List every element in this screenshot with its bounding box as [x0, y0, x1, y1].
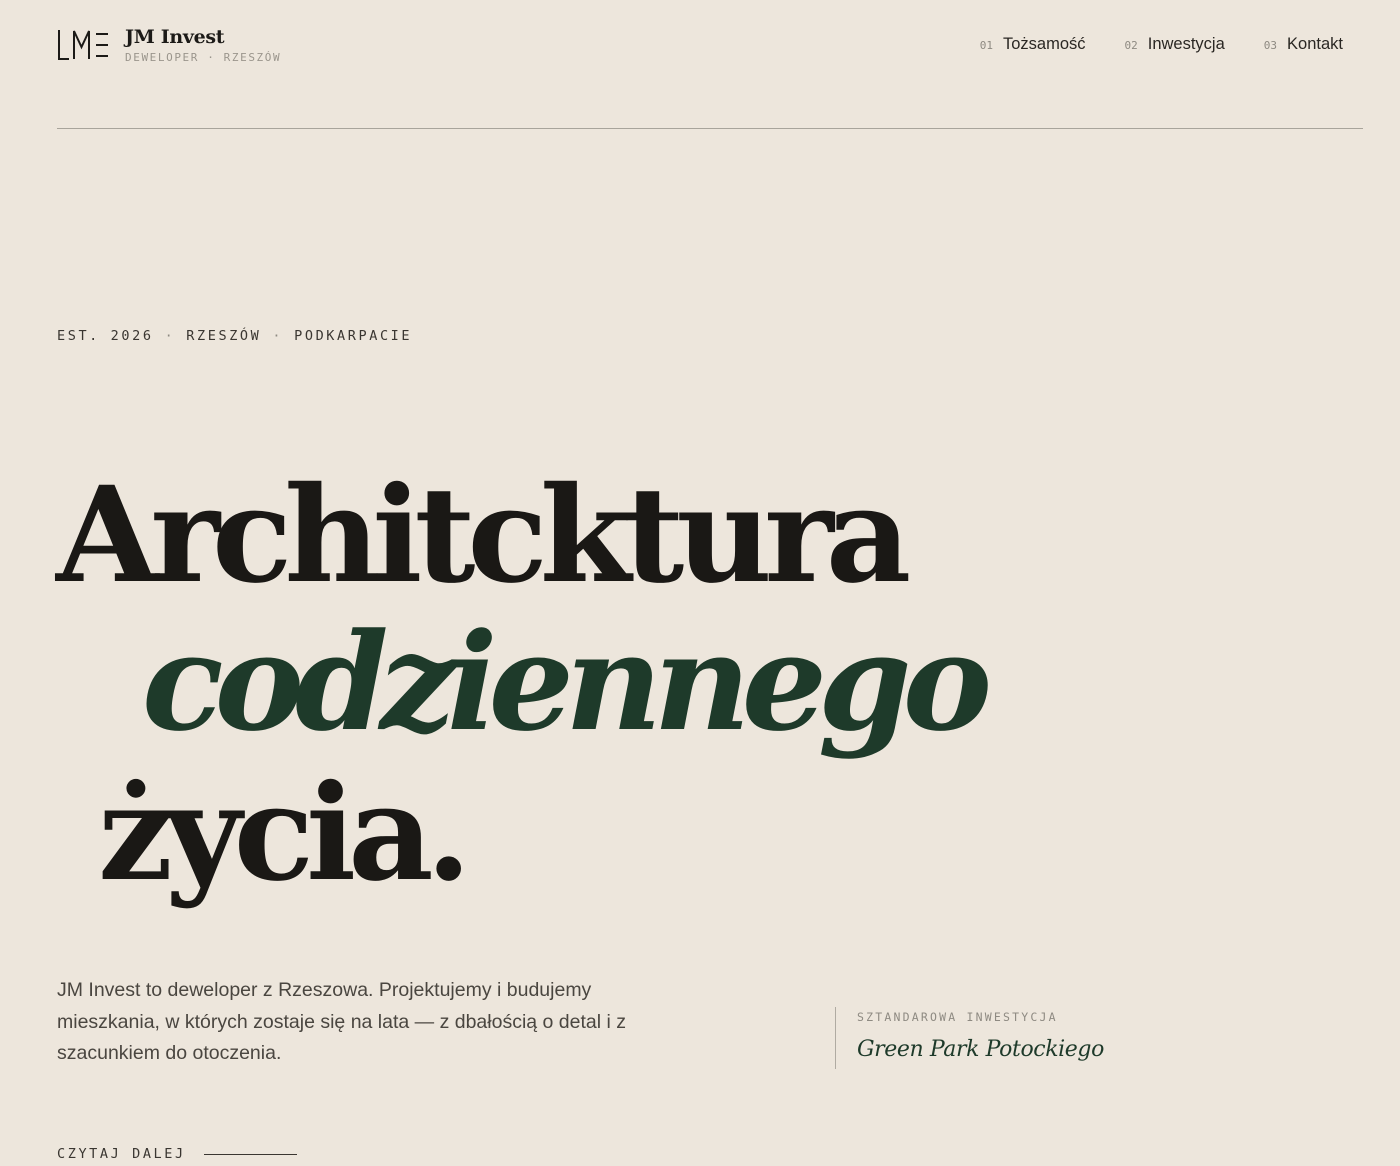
read-more-line: [203, 1153, 297, 1155]
headline-line-3: życia.: [98, 756, 472, 911]
main-nav: 01 Tożsamość 02 Inwestycja 03 Kontakt: [980, 35, 1343, 54]
nav-item-tozsamosc[interactable]: 01 Tożsamość: [980, 35, 1086, 54]
nav-item-inwestycja[interactable]: 02 Inwestycja: [1125, 35, 1225, 54]
read-more-link[interactable]: CZYTAJ DALEJ: [57, 1146, 297, 1162]
feature-investment-link[interactable]: Green Park Potockiego: [857, 1037, 1104, 1062]
header-divider: [57, 128, 1363, 129]
eyebrow-city: RZESZÓW: [186, 328, 262, 344]
nav-item-label: Inwestycja: [1147, 35, 1225, 53]
read-more-label: CZYTAJ DALEJ: [57, 1146, 186, 1162]
hero-eyebrow: EST. 2026 · RZESZÓW · PODKARPACIE: [57, 328, 412, 344]
eyebrow-region: PODKARPACIE: [294, 328, 413, 344]
site-header: JM Invest DEWELOPER · RZESZÓW 01 Tożsamo…: [0, 0, 1400, 130]
nav-item-kontakt[interactable]: 03 Kontakt: [1264, 35, 1343, 54]
brand-name[interactable]: JM Invest: [125, 26, 225, 48]
headline-line-2: codziennego: [142, 603, 992, 761]
headline-line-1: Architcktura: [56, 458, 911, 613]
nav-item-number: 03: [1263, 39, 1278, 52]
feature-label: SZTANDAROWA INWESTYCJA: [857, 1010, 1058, 1024]
logo-icon[interactable]: [57, 29, 109, 61]
nav-item-number: 02: [1124, 39, 1138, 52]
feature-divider: [835, 1007, 836, 1069]
hero-intro: JM Invest to deweloper z Rzeszowa. Proje…: [57, 979, 627, 1064]
nav-item-label: Tożsamość: [1002, 35, 1086, 53]
eyebrow-separator: ·: [272, 328, 284, 344]
eyebrow-established: EST. 2026: [57, 328, 154, 344]
nav-item-label: Kontakt: [1287, 35, 1343, 53]
brand-tagline: DEWELOPER · RZESZÓW: [125, 51, 282, 64]
eyebrow-separator: ·: [164, 328, 176, 344]
nav-item-number: 01: [979, 39, 993, 52]
